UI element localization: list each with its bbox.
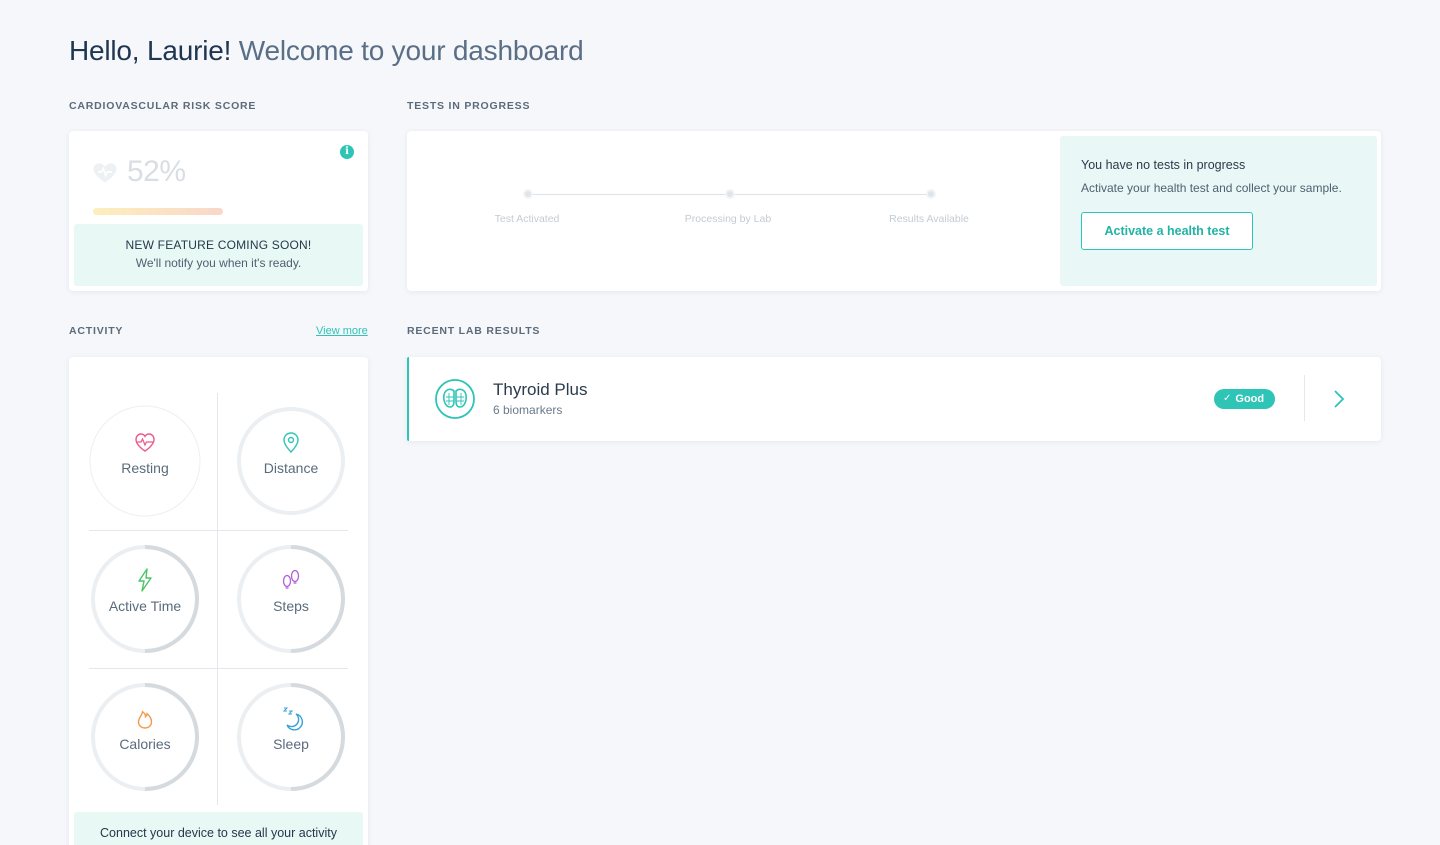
- cardio-section-label: CARDIOVASCULAR RISK SCORE: [69, 100, 257, 112]
- check-icon: ✓: [1223, 393, 1232, 404]
- lab-result-row[interactable]: Thyroid Plus 6 biomarkers ✓ Good: [407, 357, 1381, 441]
- no-tests-panel: You have no tests in progress Activate y…: [1060, 136, 1377, 286]
- grid-divider: [217, 393, 218, 805]
- flame-icon: [137, 710, 153, 729]
- grid-divider: [89, 668, 348, 669]
- moon-zzz-icon: [282, 707, 304, 731]
- step-label-results: Results Available: [889, 213, 969, 225]
- status-badge-label: Good: [1235, 393, 1265, 405]
- lab-section-label: RECENT LAB RESULTS: [407, 325, 541, 337]
- metric-resting[interactable]: Resting: [89, 405, 201, 517]
- notice-title: NEW FEATURE COMING SOON!: [125, 238, 312, 252]
- step-label-processing: Processing by Lab: [684, 213, 772, 225]
- greeting-name: Hello, Laurie!: [69, 35, 232, 66]
- location-pin-icon: [283, 432, 299, 453]
- cardio-card: i 52% NEW FEATURE COMING SOON! We'll not…: [69, 131, 368, 291]
- metric-label: Resting: [121, 460, 169, 476]
- tests-card: Test Activated Processing by Lab Results…: [407, 131, 1381, 291]
- metric-calories[interactable]: Calories: [89, 681, 201, 793]
- heart-icon: [93, 163, 117, 183]
- metric-active-time[interactable]: Active Time: [89, 543, 201, 655]
- lab-title: Thyroid Plus: [493, 380, 588, 399]
- footsteps-icon: [282, 569, 300, 589]
- row-divider: [1304, 375, 1305, 421]
- metric-distance[interactable]: Distance: [235, 405, 347, 517]
- activity-section-label: ACTIVITY: [69, 325, 124, 337]
- metric-sleep[interactable]: Sleep: [235, 681, 347, 793]
- heart-rate-icon: [135, 433, 155, 452]
- metric-label: Active Time: [108, 598, 182, 614]
- lab-subtitle: 6 biomarkers: [493, 403, 563, 417]
- step-dot: [725, 189, 735, 199]
- activity-card: Resting Distance Active Time Steps Calor…: [69, 357, 368, 845]
- step-dot: [926, 189, 936, 199]
- metric-label: Distance: [263, 460, 319, 476]
- cardio-score-value: 52%: [127, 155, 186, 188]
- notice-subtitle: We'll notify you when it's ready.: [135, 256, 302, 270]
- thyroid-icon: [435, 379, 475, 419]
- step-dot: [523, 189, 533, 199]
- grid-divider: [89, 530, 348, 531]
- view-more-link[interactable]: View more: [316, 325, 368, 337]
- page-title: Hello, Laurie! Welcome to your dashboard: [69, 34, 584, 68]
- cardio-score: 52%: [91, 155, 186, 189]
- metric-label: Sleep: [273, 736, 309, 752]
- status-badge: ✓ Good: [1214, 389, 1276, 409]
- lightning-icon: [138, 568, 152, 592]
- step-label-activated: Test Activated: [494, 213, 560, 225]
- tests-section-label: TESTS IN PROGRESS: [407, 100, 531, 112]
- no-tests-subtitle: Activate your health test and collect yo…: [1081, 181, 1342, 195]
- no-tests-title: You have no tests in progress: [1081, 158, 1246, 172]
- chevron-right-icon[interactable]: [1329, 387, 1349, 411]
- greeting-welcome: Welcome to your dashboard: [238, 35, 584, 66]
- metric-steps[interactable]: Steps: [235, 543, 347, 655]
- metric-label: Calories: [119, 736, 171, 752]
- metric-label: Steps: [273, 598, 309, 614]
- risk-bar: [93, 208, 223, 215]
- connect-device-message: Connect your device to see all your acti…: [74, 812, 363, 845]
- activate-test-button[interactable]: Activate a health test: [1081, 212, 1253, 250]
- feature-notice: NEW FEATURE COMING SOON! We'll notify yo…: [74, 224, 363, 286]
- info-icon[interactable]: i: [340, 145, 354, 159]
